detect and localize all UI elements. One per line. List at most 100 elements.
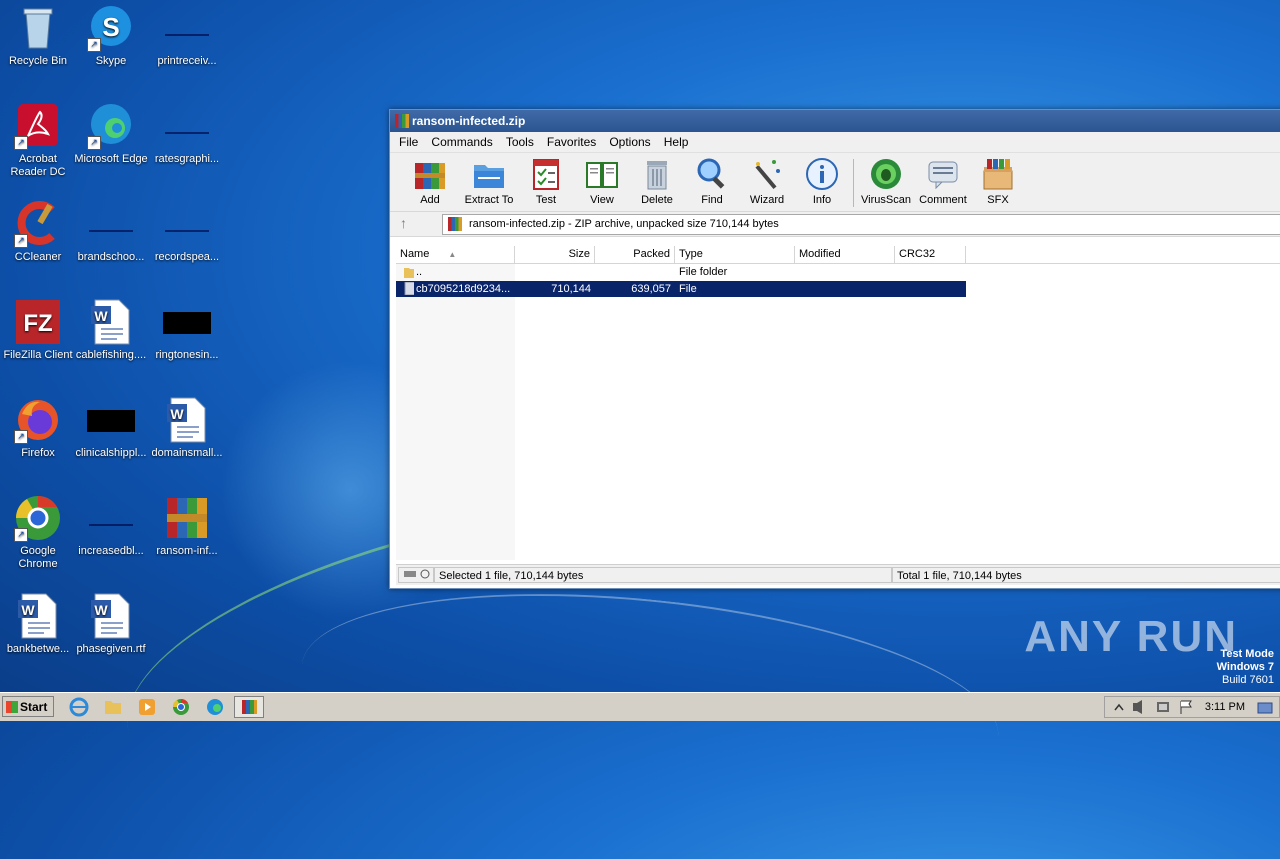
comment-icon bbox=[926, 157, 960, 191]
add-button[interactable]: Add bbox=[402, 157, 458, 206]
taskbar-media-player[interactable] bbox=[134, 696, 160, 718]
clock[interactable]: 3:11 PM bbox=[1205, 701, 1245, 713]
menu-favorites[interactable]: Favorites bbox=[542, 135, 601, 149]
status-drive-icon[interactable] bbox=[398, 567, 434, 583]
column-modified[interactable]: Modified bbox=[795, 246, 895, 263]
desktop-icon-label: phasegiven.rtf bbox=[76, 643, 146, 655]
column-type[interactable]: Type bbox=[675, 246, 795, 263]
address-field[interactable]: ransom-infected.zip - ZIP archive, unpac… bbox=[442, 214, 1280, 235]
svg-text:W: W bbox=[94, 308, 108, 324]
menu-commands[interactable]: Commands bbox=[426, 135, 497, 149]
menu-help[interactable]: Help bbox=[659, 135, 694, 149]
delete-button[interactable]: Delete bbox=[629, 157, 685, 206]
desktop-icon[interactable]: ransom-inf... bbox=[149, 494, 225, 558]
menu-tools[interactable]: Tools bbox=[501, 135, 539, 149]
chrome-icon bbox=[172, 698, 189, 715]
desktop-icon[interactable]: ratesgraphi... bbox=[149, 102, 225, 166]
start-button[interactable]: Start bbox=[2, 696, 54, 717]
extract-to-button[interactable]: Extract To bbox=[461, 157, 517, 206]
address-bar: ↑ ransom-infected.zip - ZIP archive, unp… bbox=[390, 212, 1280, 237]
up-arrow-icon[interactable]: ↑ bbox=[400, 215, 407, 231]
window-titlebar[interactable]: ransom-infected.zip bbox=[390, 110, 1280, 132]
shortcut-arrow-icon: ↗ bbox=[14, 430, 28, 444]
shortcut-arrow-icon: ↗ bbox=[14, 234, 28, 248]
taskbar-winrar[interactable] bbox=[234, 696, 264, 718]
test-label: Test bbox=[535, 194, 557, 206]
folder-up-icon bbox=[400, 264, 414, 280]
sfx-box-icon bbox=[981, 157, 1015, 191]
desktop-icon[interactable]: recordspea... bbox=[149, 200, 225, 264]
desktop-icon[interactable]: FZ FileZilla Client bbox=[0, 298, 76, 362]
menu-file[interactable]: File bbox=[394, 135, 423, 149]
taskbar-ie[interactable] bbox=[66, 696, 92, 718]
find-button[interactable]: Find bbox=[684, 157, 740, 206]
acrobat-icon: ↗ bbox=[14, 102, 62, 150]
sfx-button[interactable]: SFX bbox=[970, 157, 1026, 206]
desktop-icon[interactable]: Wbankbetwe... bbox=[0, 592, 76, 656]
edge-icon bbox=[207, 699, 223, 715]
desktop-icon-label: CCleaner bbox=[14, 251, 62, 263]
menu-options[interactable]: Options bbox=[604, 135, 655, 149]
desktop-icon-label: printreceiv... bbox=[157, 55, 217, 67]
winrar-app-icon bbox=[395, 114, 409, 128]
virusscan-button[interactable]: VirusScan bbox=[858, 157, 914, 206]
file-list[interactable]: .. File folder cb7095218d9234... 710,144… bbox=[396, 264, 1280, 560]
virusscan-label: VirusScan bbox=[861, 194, 911, 206]
desktop-icon[interactable]: ↗ Google Chrome bbox=[0, 494, 76, 571]
list-header: Name ▲ Size Packed Type Modified CRC32 bbox=[396, 246, 1280, 264]
word-doc-icon: W bbox=[14, 592, 62, 640]
desktop-icon[interactable]: Wphasegiven.rtf bbox=[73, 592, 149, 656]
winrar-window[interactable]: ransom-infected.zip File Commands Tools … bbox=[389, 109, 1280, 589]
svg-text:S: S bbox=[102, 12, 119, 42]
anyrun-watermark: ANY RUN bbox=[1024, 612, 1238, 661]
desktop-icon[interactable]: Wdomainsmall... bbox=[149, 396, 225, 460]
column-name[interactable]: Name ▲ bbox=[396, 246, 515, 263]
desktop-icon[interactable]: S ↗ Skype bbox=[73, 4, 149, 68]
desktop-icon[interactable]: ringtonesin... bbox=[149, 298, 225, 362]
desktop-icon[interactable]: Wcablefishing.... bbox=[73, 298, 149, 362]
firefox-icon: ↗ bbox=[14, 396, 62, 444]
add-icon bbox=[413, 157, 447, 191]
taskbar-chrome[interactable] bbox=[168, 696, 194, 718]
desktop-icon[interactable]: printreceiv... bbox=[149, 4, 225, 68]
comment-button[interactable]: Comment bbox=[915, 157, 971, 206]
desktop-icon[interactable]: ↗ CCleaner bbox=[0, 200, 76, 264]
wizard-button[interactable]: Wizard bbox=[739, 157, 795, 206]
desktop-icon-label: Recycle Bin bbox=[8, 55, 68, 67]
extract-to-label: Extract To bbox=[464, 194, 514, 206]
blank-file-icon bbox=[87, 494, 135, 542]
windows-flag-icon bbox=[6, 701, 18, 713]
desktop-icon-label: brandschoo... bbox=[77, 251, 145, 263]
list-item[interactable]: .. File folder bbox=[396, 264, 966, 280]
desktop-icon-label: increasedbl... bbox=[78, 545, 144, 557]
desktop-icon[interactable]: Recycle Bin bbox=[0, 4, 76, 68]
toolbar: Add Extract To Test View Delete Find Wiz… bbox=[390, 153, 1280, 212]
view-button[interactable]: View bbox=[574, 157, 630, 206]
column-size[interactable]: Size bbox=[515, 246, 595, 263]
desktop-icon[interactable]: increasedbl... bbox=[73, 494, 149, 558]
column-crc32[interactable]: CRC32 bbox=[895, 246, 966, 263]
row-name: .. bbox=[416, 266, 423, 278]
address-text: ransom-infected.zip - ZIP archive, unpac… bbox=[469, 218, 779, 230]
desktop-icon[interactable]: brandschoo... bbox=[73, 200, 149, 264]
test-button[interactable]: Test bbox=[518, 157, 574, 206]
desktop-icon[interactable]: ↗ Firefox bbox=[0, 396, 76, 460]
svg-text:W: W bbox=[21, 602, 35, 618]
tray-icons bbox=[1114, 700, 1192, 714]
status-bar: Selected 1 file, 710,144 bytes Total 1 f… bbox=[396, 564, 1280, 585]
desktop-icon[interactable]: ↗ Microsoft Edge bbox=[73, 102, 149, 166]
desktop-icon[interactable]: ↗ Acrobat Reader DC bbox=[0, 102, 76, 179]
taskbar-explorer[interactable] bbox=[100, 696, 126, 718]
desktop-icon[interactable]: clinicalshippl... bbox=[73, 396, 149, 460]
folder-icon bbox=[105, 701, 121, 714]
info-label: Info bbox=[812, 194, 832, 206]
shortcut-arrow-icon: ↗ bbox=[14, 528, 28, 542]
menu-bar: File Commands Tools Favorites Options He… bbox=[390, 132, 1280, 153]
column-packed[interactable]: Packed bbox=[595, 246, 675, 263]
shortcut-arrow-icon: ↗ bbox=[87, 136, 101, 150]
desktop-icon-label: domainsmall... bbox=[151, 447, 223, 459]
info-button[interactable]: Info bbox=[794, 157, 850, 206]
add-label: Add bbox=[420, 194, 440, 206]
taskbar-edge[interactable] bbox=[202, 696, 228, 718]
list-item-selected[interactable]: cb7095218d9234... 710,144 639,057 File bbox=[396, 281, 966, 297]
